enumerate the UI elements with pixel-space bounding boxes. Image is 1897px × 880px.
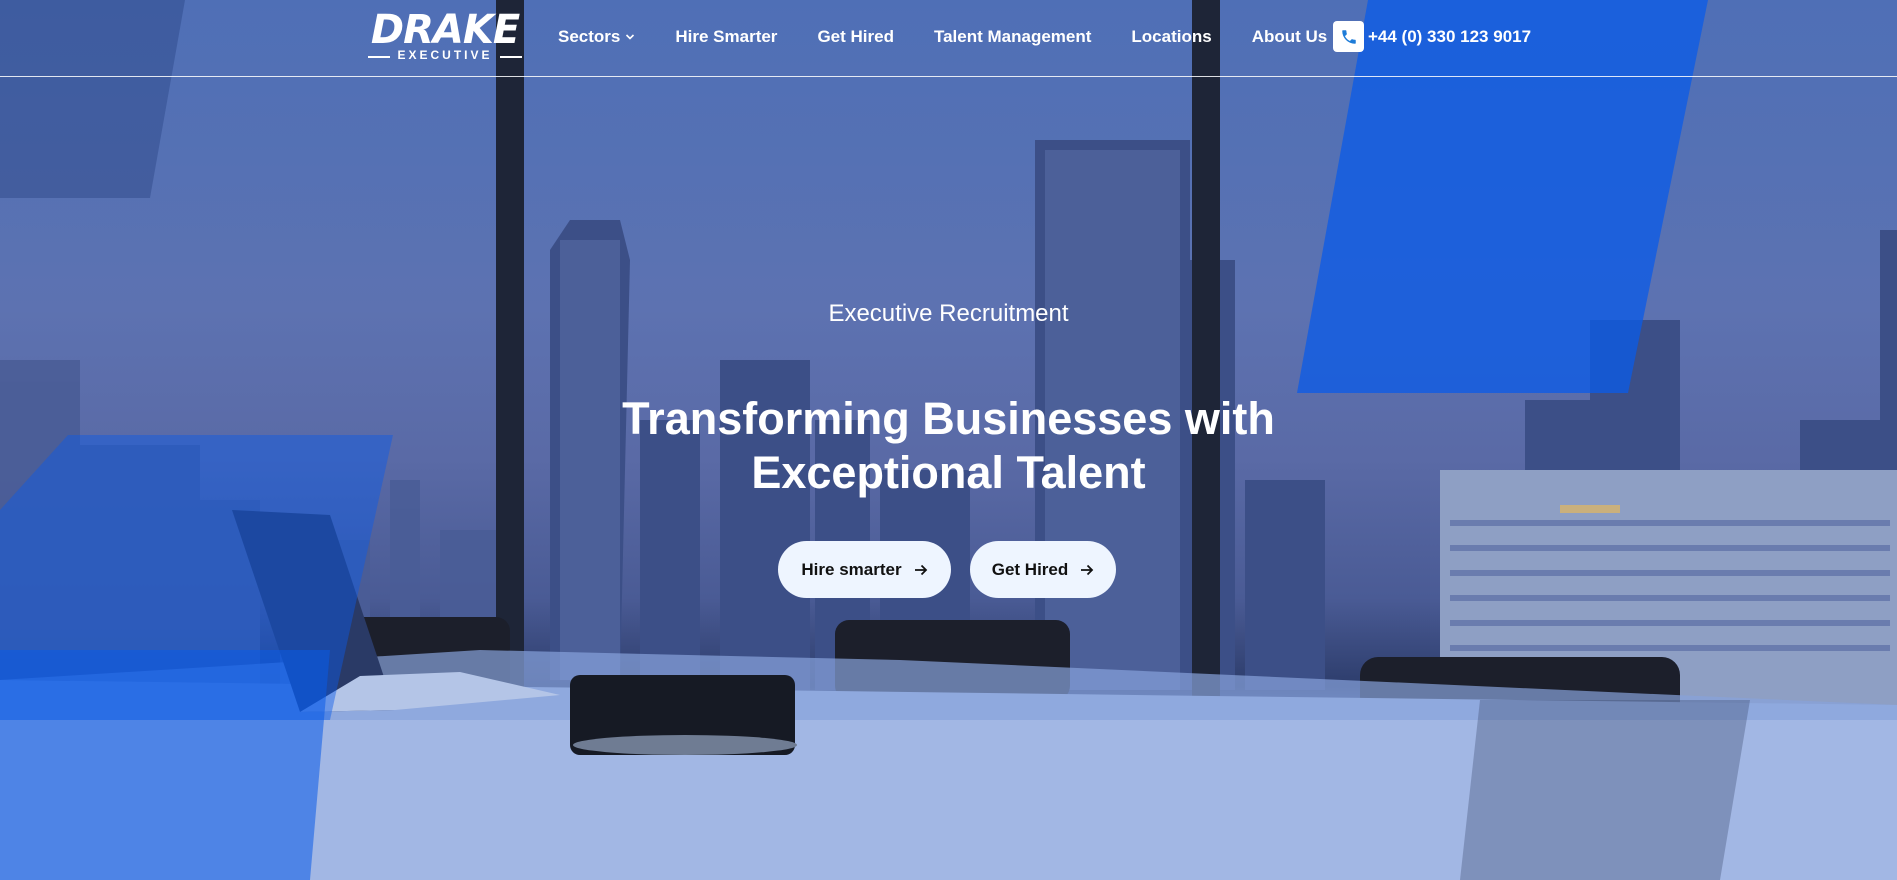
- logo-divider-right: [500, 56, 522, 58]
- phone-number: +44 (0) 330 123 9017: [1368, 26, 1532, 46]
- nav-item-about-us[interactable]: About Us: [1252, 27, 1328, 47]
- hero-section: DRAKE EXECUTIVE Sectors Hire Smarter Get…: [0, 0, 1897, 880]
- phone-link[interactable]: +44 (0) 330 123 9017: [1333, 21, 1531, 52]
- get-hired-button[interactable]: Get Hired: [970, 541, 1116, 598]
- hire-smarter-button-label: Hire smarter: [801, 559, 902, 579]
- nav-item-hire-smarter[interactable]: Hire Smarter: [675, 27, 777, 47]
- brand-name: DRAKE: [370, 7, 520, 53]
- nav-item-label: Sectors: [558, 27, 621, 46]
- hero-headline-line-1: Transforming Businesses with: [622, 393, 1275, 444]
- hero-eyebrow: Executive Recruitment: [828, 300, 1069, 327]
- arrow-right-icon: [914, 564, 927, 575]
- hire-smarter-button[interactable]: Hire smarter: [778, 541, 951, 598]
- main-nav: Sectors Hire Smarter Get Hired Talent Ma…: [558, 24, 1367, 50]
- nav-item-get-hired[interactable]: Get Hired: [817, 27, 894, 47]
- hero-cta-group: Hire smarter Get Hired: [778, 541, 1116, 598]
- nav-item-sectors[interactable]: Sectors: [558, 27, 635, 47]
- hero-headline-line-2: Exceptional Talent: [751, 447, 1146, 498]
- nav-item-locations[interactable]: Locations: [1131, 27, 1211, 47]
- hero-headline: Transforming Businesses with Exceptional…: [0, 392, 1897, 500]
- arrow-right-icon: [1081, 564, 1094, 575]
- brand-subtitle: EXECUTIVE: [397, 48, 493, 62]
- brand-logo[interactable]: DRAKE EXECUTIVE: [366, 7, 524, 64]
- phone-icon: [1333, 21, 1364, 52]
- site-header: DRAKE EXECUTIVE Sectors Hire Smarter Get…: [0, 0, 1897, 77]
- chevron-down-icon: [626, 34, 635, 40]
- nav-item-talent-management[interactable]: Talent Management: [934, 27, 1091, 47]
- get-hired-button-label: Get Hired: [991, 559, 1069, 579]
